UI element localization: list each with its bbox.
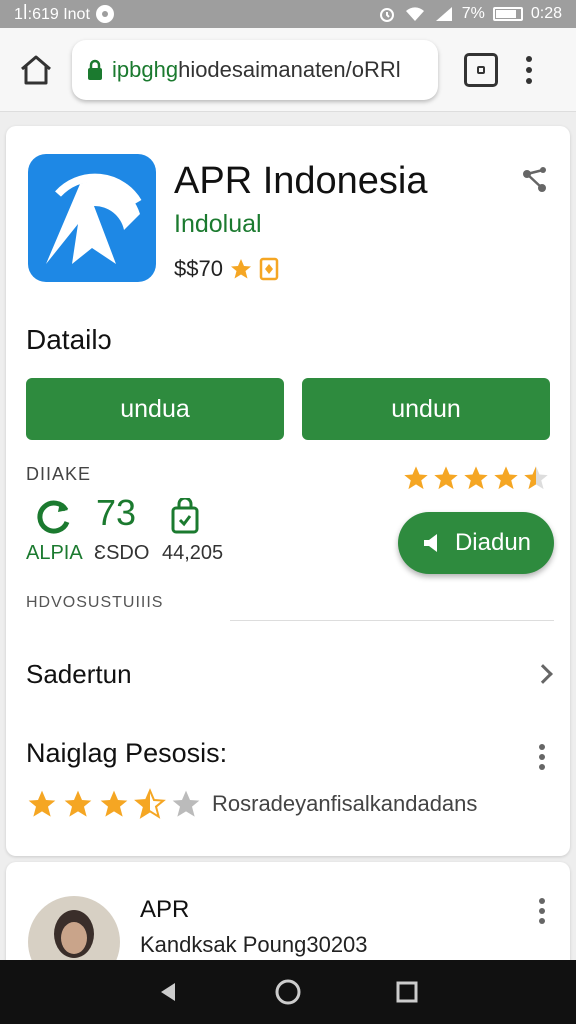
- app-card: APR Indonesia Indolual $$70 Datailɔ undu…: [6, 126, 570, 856]
- battery-percent: 7%: [461, 5, 485, 22]
- star-icon: [494, 466, 518, 490]
- notification-icon: [95, 5, 114, 23]
- pill-label: Diadun: [454, 529, 532, 556]
- alarm-icon: [379, 8, 394, 22]
- stats-label-b: ƐSDO: [94, 542, 150, 564]
- address-bar[interactable]: ipbghghiodesaimanaten/oRRl: [72, 39, 438, 100]
- rating-heading: Naiglag Pesosis:: [26, 738, 228, 768]
- empty-star-icon: [172, 790, 200, 817]
- chevron-right-icon: [533, 664, 553, 684]
- stats-header: DIIAKE: [26, 464, 92, 484]
- price-text: $$70: [174, 256, 223, 281]
- download-pill-button[interactable]: Diadun: [398, 512, 554, 574]
- stats-value: 73: [96, 492, 137, 533]
- app-developer-link[interactable]: Indolual: [174, 210, 262, 239]
- star-icon: [64, 790, 92, 817]
- star-icon: [464, 466, 488, 490]
- reviewer-name: APR: [140, 896, 190, 923]
- system-nav-bar: [0, 960, 576, 1024]
- status-time-text: 1ꟾ:619 Inot: [14, 6, 90, 23]
- clock-text: 0:28: [530, 5, 562, 22]
- review-more-button[interactable]: [538, 898, 546, 924]
- browser-toolbar: ipbghghiodesaimanaten/oRRl: [0, 28, 576, 112]
- badge-icon: [259, 257, 279, 281]
- rating-row: Rosradeyanfisalkandadans: [26, 788, 477, 820]
- recents-icon[interactable]: [395, 980, 419, 1004]
- url-host: ipbghg: [112, 56, 179, 82]
- share-icon[interactable]: [522, 166, 548, 192]
- primary-action-button[interactable]: undua: [26, 378, 284, 440]
- divider: [230, 620, 554, 621]
- home-button[interactable]: [14, 48, 58, 92]
- stats-label-a: ALPIA: [26, 542, 83, 564]
- app-title: APR Indonesia: [174, 160, 428, 202]
- rating-more-button[interactable]: [538, 744, 546, 770]
- back-icon[interactable]: [157, 980, 181, 1004]
- wifi-icon: [405, 7, 424, 22]
- details-heading: Datailɔ: [26, 324, 112, 355]
- star-icon: [28, 790, 56, 817]
- app-logo-icon: [28, 154, 156, 282]
- star-icon: [230, 259, 251, 279]
- star-icon: [434, 466, 458, 490]
- browser-menu-button[interactable]: [524, 55, 534, 84]
- url-text: ipbghghiodesaimanaten/oRRl: [112, 57, 401, 83]
- review-card: APR Kandksak Poung30203: [6, 862, 570, 972]
- bag-icon: [171, 498, 199, 534]
- rating-stars-top: [402, 464, 550, 492]
- expand-row[interactable]: Sadertun: [6, 646, 570, 702]
- secondary-action-button[interactable]: undun: [302, 378, 550, 440]
- lock-icon: [88, 59, 102, 80]
- tab-switcher-button[interactable]: [464, 52, 498, 87]
- url-path: hiodesaimanaten/oRRl: [178, 56, 401, 82]
- refresh-icon: [37, 500, 70, 534]
- app-price: $$70: [174, 256, 279, 282]
- home-icon: [21, 55, 51, 84]
- stats-label-c: 44,205: [162, 542, 224, 564]
- status-bar: 1ꟾ:619 Inot 7% 0:28: [0, 0, 576, 28]
- rating-text: Rosradeyanfisalkandadans: [212, 791, 478, 816]
- half-star-icon: [524, 466, 548, 490]
- section-caption: HDVOSUSTUIIIS: [26, 594, 164, 611]
- home-circle-icon[interactable]: [274, 978, 302, 1006]
- tabs-icon: [477, 65, 485, 74]
- speaker-icon: [423, 534, 437, 552]
- signal-icon: [435, 7, 452, 21]
- expand-row-label: Sadertun: [26, 658, 132, 689]
- battery-icon: [492, 7, 523, 21]
- reviewer-subtitle: Kandksak Poung30203: [140, 932, 368, 957]
- half-star-icon: [134, 788, 166, 819]
- star-icon: [404, 466, 428, 490]
- star-icon: [100, 790, 128, 817]
